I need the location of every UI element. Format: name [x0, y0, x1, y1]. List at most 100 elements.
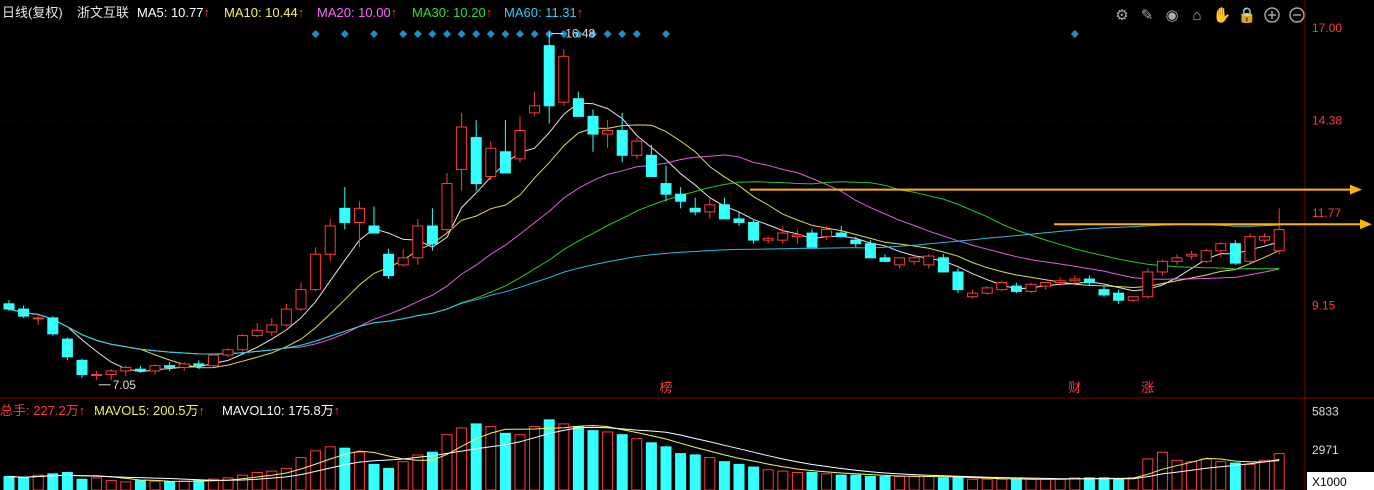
candles — [3, 31, 1285, 380]
candle-body — [207, 354, 219, 367]
up-arrow: ↑ — [199, 403, 206, 418]
zoom-in-icon[interactable] — [1264, 7, 1280, 23]
ma-legend-item: MA5: 10.77↑ — [137, 5, 210, 20]
candle — [543, 31, 555, 124]
ma-line — [8, 124, 1280, 369]
candle-body — [514, 130, 526, 160]
candle-body — [748, 221, 760, 241]
brush-icon[interactable]: ✎ — [1141, 7, 1154, 24]
ma-line — [8, 154, 1280, 355]
candle-body — [1142, 271, 1154, 298]
candle-body — [1040, 282, 1052, 287]
volume-bar — [237, 474, 249, 490]
up-arrow: ↑ — [204, 5, 211, 20]
candle — [1127, 296, 1139, 303]
signal-marker — [428, 30, 437, 38]
gear-icon[interactable]: ⚙ — [1115, 7, 1128, 24]
up-arrow: ↑ — [486, 5, 493, 20]
event-labels: 榜财涨 — [659, 380, 1154, 395]
volume-bar — [981, 478, 993, 490]
candlestick-chart[interactable]: 日线(复权) 浙文互联 MA5: 10.77↑ MA10: 10.44↑ MA20:… — [0, 0, 1374, 490]
volume-bar — [733, 463, 745, 490]
candle — [821, 225, 833, 241]
candle-body — [222, 349, 234, 356]
volume-bar — [383, 467, 395, 490]
candle-body — [120, 366, 132, 372]
volume-bar — [1127, 477, 1139, 490]
zoom-out-icon[interactable] — [1289, 7, 1305, 23]
signal-marker — [340, 30, 349, 38]
volume-bar — [748, 466, 760, 490]
signal-marker — [662, 30, 670, 38]
candle — [310, 247, 322, 292]
volume-bar — [777, 470, 789, 490]
signal-marker — [632, 30, 641, 38]
signal-marker — [370, 30, 378, 38]
hand-icon[interactable]: ✋ — [1213, 6, 1232, 24]
candle — [295, 282, 307, 311]
candle-body — [310, 253, 322, 291]
candle-body — [91, 373, 103, 376]
candle-body — [1200, 250, 1212, 262]
volume-bar — [134, 480, 146, 490]
ma-legend-item: MA30: 10.20↑ — [412, 5, 492, 20]
candle-body — [1215, 243, 1227, 252]
volume-ytick-label: 2971 — [1312, 443, 1339, 457]
volume-bar — [543, 419, 555, 490]
candle — [558, 49, 570, 106]
period-label: 日线(复权) — [2, 5, 63, 20]
ma-legend-item: MA20: 10.00↑ — [317, 5, 397, 20]
volume-bar — [1229, 462, 1241, 490]
volume-bar — [937, 477, 949, 490]
up-arrow: ↑ — [79, 403, 86, 418]
candle — [178, 362, 190, 371]
candle — [602, 119, 614, 149]
candle-body — [864, 243, 876, 259]
candle — [1229, 240, 1241, 265]
volume-bar — [266, 470, 278, 490]
volume-legend-item: MAVOL5: 200.5万↑ — [94, 403, 205, 418]
volume-bar — [791, 471, 803, 490]
volume-bar — [1156, 451, 1168, 490]
volume-bar — [18, 477, 30, 490]
volume-bar — [587, 430, 599, 490]
candle — [1142, 268, 1154, 299]
candle — [61, 337, 73, 361]
candle-body — [572, 98, 584, 117]
candle — [222, 347, 234, 357]
candle — [149, 363, 161, 375]
candle — [1083, 275, 1095, 287]
candle-body — [237, 335, 249, 351]
candle — [280, 303, 292, 327]
volume-ma-line — [8, 424, 1280, 482]
eye-icon[interactable]: ◉ — [1165, 7, 1178, 24]
candle — [164, 362, 176, 371]
candle-body — [105, 370, 117, 375]
volume-bar — [485, 426, 497, 490]
candle-body — [1273, 229, 1285, 252]
basket-icon[interactable]: ⌂ — [1192, 7, 1201, 24]
volume-bar — [718, 461, 730, 490]
candle-body — [602, 130, 614, 135]
ma-line — [8, 102, 1280, 373]
volume-bar — [1259, 459, 1271, 490]
volume-bar — [1083, 477, 1095, 490]
candle — [762, 236, 774, 244]
volume-bar — [1244, 463, 1256, 490]
candle — [806, 229, 818, 248]
ma-legend-item: MA10: 10.44↑ — [224, 5, 304, 20]
candle-body — [1010, 285, 1022, 292]
candle-body — [689, 207, 701, 213]
ma-legend-item: MA60: 11.31↑ — [504, 5, 583, 20]
candle-body — [631, 140, 643, 156]
trend-line[interactable] — [750, 184, 1362, 195]
candle-body — [470, 137, 482, 185]
signal-marker — [530, 30, 539, 38]
candle-body — [456, 126, 468, 170]
stock-name: 浙文互联 — [77, 5, 129, 20]
candle — [47, 316, 59, 336]
candle-body — [1259, 236, 1271, 241]
candle — [1200, 248, 1212, 264]
volume-bar — [456, 427, 468, 490]
lock-icon[interactable]: 🔒 — [1238, 7, 1257, 24]
